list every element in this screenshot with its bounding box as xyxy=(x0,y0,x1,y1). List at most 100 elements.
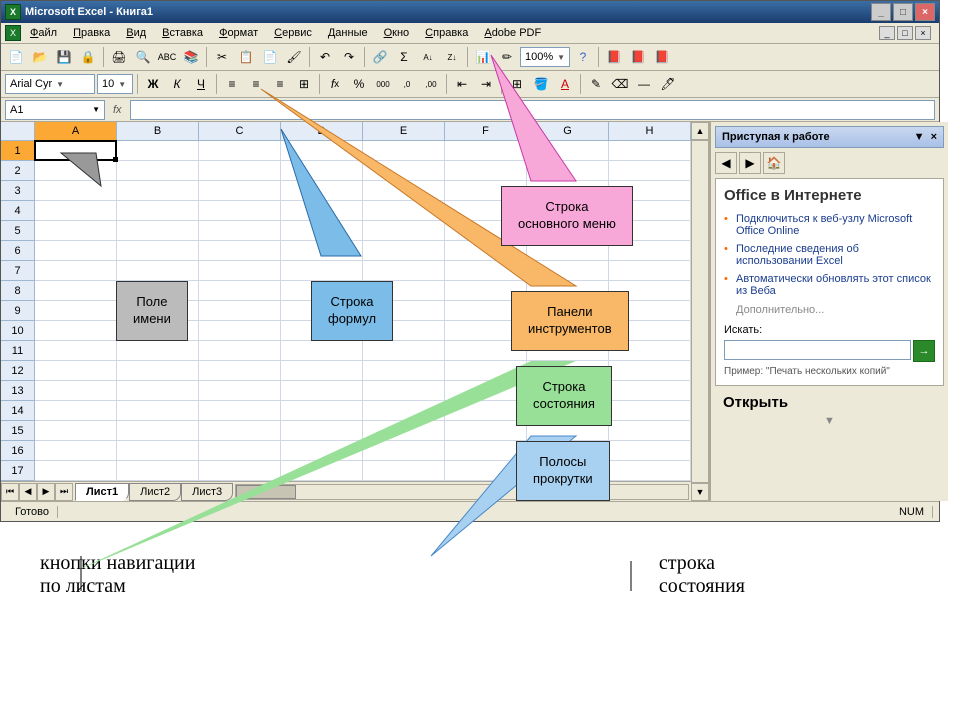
format-painter-icon[interactable]: 🖌 xyxy=(283,46,305,68)
align-right-icon[interactable]: ≡ xyxy=(269,73,291,95)
cell[interactable] xyxy=(527,441,609,461)
cell[interactable] xyxy=(35,141,117,161)
cell[interactable] xyxy=(527,141,609,161)
tp-search-go-button[interactable]: → xyxy=(913,340,935,362)
row-header-15[interactable]: 15 xyxy=(1,421,35,441)
cell[interactable] xyxy=(199,341,281,361)
cell[interactable] xyxy=(527,161,609,181)
cell[interactable] xyxy=(609,201,691,221)
menu-item-справка[interactable]: Справка xyxy=(418,25,475,41)
horizontal-scrollbar[interactable] xyxy=(235,484,689,500)
italic-icon[interactable]: К xyxy=(166,73,188,95)
cell[interactable] xyxy=(527,281,609,301)
col-header-C[interactable]: C xyxy=(199,122,281,140)
cell[interactable] xyxy=(281,261,363,281)
cell[interactable] xyxy=(35,321,117,341)
cell[interactable] xyxy=(445,421,527,441)
comma-icon[interactable]: 000 xyxy=(372,73,394,95)
task-pane-dropdown-icon[interactable]: ▼ xyxy=(914,131,925,143)
task-pane-close-icon[interactable]: × xyxy=(931,131,937,143)
cell[interactable] xyxy=(281,181,363,201)
menu-item-adobe pdf[interactable]: Adobe PDF xyxy=(477,25,548,41)
merge-icon[interactable]: ⊞ xyxy=(293,73,315,95)
borders-icon[interactable]: ⊞ xyxy=(506,73,528,95)
menu-item-окно[interactable]: Окно xyxy=(377,25,417,41)
font-name-combo[interactable]: Arial Cyr▼ xyxy=(5,74,95,94)
row-header-4[interactable]: 4 xyxy=(1,201,35,221)
cell[interactable] xyxy=(363,261,445,281)
cell[interactable] xyxy=(281,221,363,241)
name-box[interactable]: A1▼ xyxy=(5,100,105,120)
cell[interactable] xyxy=(363,321,445,341)
tp-more-link[interactable]: Дополнительно... xyxy=(724,300,935,324)
cell[interactable] xyxy=(117,281,199,301)
cell[interactable] xyxy=(35,441,117,461)
cell[interactable] xyxy=(363,461,445,481)
cell[interactable] xyxy=(281,461,363,481)
undo-icon[interactable]: ↶ xyxy=(314,46,336,68)
cell[interactable] xyxy=(445,281,527,301)
cell[interactable] xyxy=(609,261,691,281)
help-icon[interactable]: ? xyxy=(572,46,594,68)
cell[interactable] xyxy=(199,181,281,201)
vertical-scrollbar[interactable] xyxy=(691,140,709,483)
cell[interactable] xyxy=(527,321,609,341)
cell[interactable] xyxy=(609,341,691,361)
cell[interactable] xyxy=(363,341,445,361)
open-icon[interactable]: 📂 xyxy=(29,46,51,68)
redo-icon[interactable]: ↷ xyxy=(338,46,360,68)
cell[interactable] xyxy=(35,301,117,321)
col-header-A[interactable]: A xyxy=(35,122,117,140)
hyperlink-icon[interactable]: 🔗 xyxy=(369,46,391,68)
cell[interactable] xyxy=(35,461,117,481)
col-header-F[interactable]: F xyxy=(445,122,527,140)
tab-nav-first[interactable]: ⏮ xyxy=(1,483,19,501)
cell[interactable] xyxy=(445,141,527,161)
function-icon[interactable]: fx xyxy=(324,73,346,95)
cell[interactable] xyxy=(117,181,199,201)
tp-link[interactable]: Подключиться к веб-узлу Microsoft Office… xyxy=(724,210,935,240)
cell[interactable] xyxy=(117,321,199,341)
cell[interactable] xyxy=(199,201,281,221)
cell[interactable] xyxy=(527,261,609,281)
cell[interactable] xyxy=(363,181,445,201)
menu-item-сервис[interactable]: Сервис xyxy=(267,25,319,41)
tp-search-input[interactable] xyxy=(724,340,911,360)
cell[interactable] xyxy=(609,441,691,461)
copy-icon[interactable]: 📋 xyxy=(235,46,257,68)
cell[interactable] xyxy=(445,441,527,461)
cell[interactable] xyxy=(281,241,363,261)
row-header-16[interactable]: 16 xyxy=(1,441,35,461)
cell[interactable] xyxy=(363,361,445,381)
col-header-H[interactable]: H xyxy=(609,122,691,140)
cell[interactable] xyxy=(35,221,117,241)
cell[interactable] xyxy=(281,301,363,321)
cell[interactable] xyxy=(199,441,281,461)
cell[interactable] xyxy=(117,161,199,181)
draw-border-icon[interactable]: ✎ xyxy=(585,73,607,95)
fx-icon[interactable]: fx xyxy=(105,104,130,116)
cell[interactable] xyxy=(199,421,281,441)
mdi-close-button[interactable]: × xyxy=(915,26,931,40)
row-header-8[interactable]: 8 xyxy=(1,281,35,301)
mdi-restore-button[interactable]: □ xyxy=(897,26,913,40)
cell[interactable] xyxy=(445,221,527,241)
row-header-13[interactable]: 13 xyxy=(1,381,35,401)
cell[interactable] xyxy=(609,181,691,201)
row-header-10[interactable]: 10 xyxy=(1,321,35,341)
row-header-14[interactable]: 14 xyxy=(1,401,35,421)
pdf-review-icon[interactable]: 📕 xyxy=(651,46,673,68)
cell[interactable] xyxy=(117,461,199,481)
tp-link[interactable]: Автоматически обновлять этот список из В… xyxy=(724,270,935,300)
underline-icon[interactable]: Ч xyxy=(190,73,212,95)
cells-area[interactable] xyxy=(35,141,691,481)
col-header-D[interactable]: D xyxy=(281,122,363,140)
pdf-icon[interactable]: 📕 xyxy=(603,46,625,68)
cell[interactable] xyxy=(35,401,117,421)
cell[interactable] xyxy=(445,161,527,181)
tp-home-button[interactable]: 🏠 xyxy=(763,152,785,174)
cell[interactable] xyxy=(363,201,445,221)
cell[interactable] xyxy=(527,301,609,321)
menu-item-вид[interactable]: Вид xyxy=(119,25,153,41)
col-header-G[interactable]: G xyxy=(527,122,609,140)
